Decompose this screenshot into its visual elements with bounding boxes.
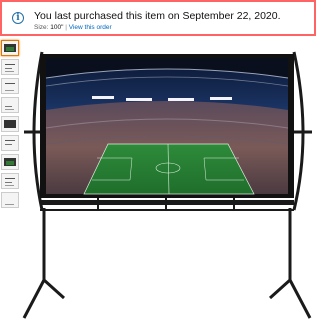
separator: |: [65, 24, 67, 31]
projector-screen-illustration: [22, 51, 312, 319]
thumbnail-9[interactable]: [1, 192, 19, 208]
thumbnail-4[interactable]: [1, 97, 19, 113]
thumbnail-8[interactable]: [1, 173, 19, 189]
order-details: Size: 100" | View this order: [34, 24, 112, 31]
thumbnail-6[interactable]: [1, 135, 19, 151]
size-value: 100": [50, 24, 64, 31]
thumbnail-2[interactable]: [1, 59, 19, 75]
thumbnail-3[interactable]: [1, 78, 19, 94]
purchase-notice-banner: i You last purchased this item on Septem…: [0, 0, 316, 36]
info-icon: i: [12, 12, 24, 24]
thumbnail-5[interactable]: [1, 116, 19, 132]
purchase-message: You last purchased this item on Septembe…: [34, 10, 281, 22]
thumbnail-strip: [1, 40, 21, 211]
size-label: Size:: [34, 24, 49, 31]
thumbnail-7[interactable]: [1, 154, 19, 170]
product-image[interactable]: [22, 40, 316, 320]
view-order-link[interactable]: View this order: [69, 24, 112, 31]
thumbnail-1[interactable]: [1, 40, 19, 56]
